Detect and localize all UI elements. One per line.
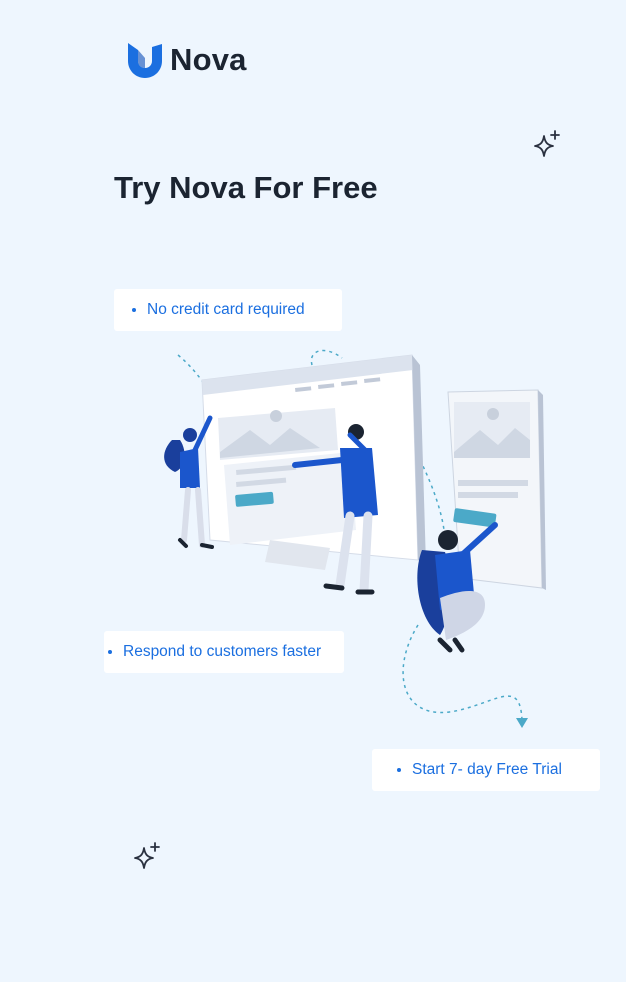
bullet-dot <box>132 308 136 312</box>
bullet-dot <box>108 650 112 654</box>
bullet-dot <box>397 768 401 772</box>
feature-text: Respond to customers faster <box>123 643 322 660</box>
start-trial-label: Start 7- day Free Trial <box>412 761 562 778</box>
page-title: Try Nova For Free <box>114 170 378 205</box>
brand-name: Nova <box>170 42 247 77</box>
feature-text: No credit card required <box>147 301 305 318</box>
feature-badge-respond-faster: Respond to customers faster <box>104 631 344 673</box>
team-building-website-illustration <box>164 349 546 728</box>
nova-logo-icon <box>128 43 162 78</box>
brand-logo[interactable]: Nova <box>126 41 247 79</box>
feature-badge-no-credit-card: No credit card required <box>114 289 342 331</box>
start-trial-button[interactable]: Start 7- day Free Trial <box>372 749 600 791</box>
sparkle-icon <box>134 842 160 869</box>
sparkle-icon <box>534 130 560 157</box>
